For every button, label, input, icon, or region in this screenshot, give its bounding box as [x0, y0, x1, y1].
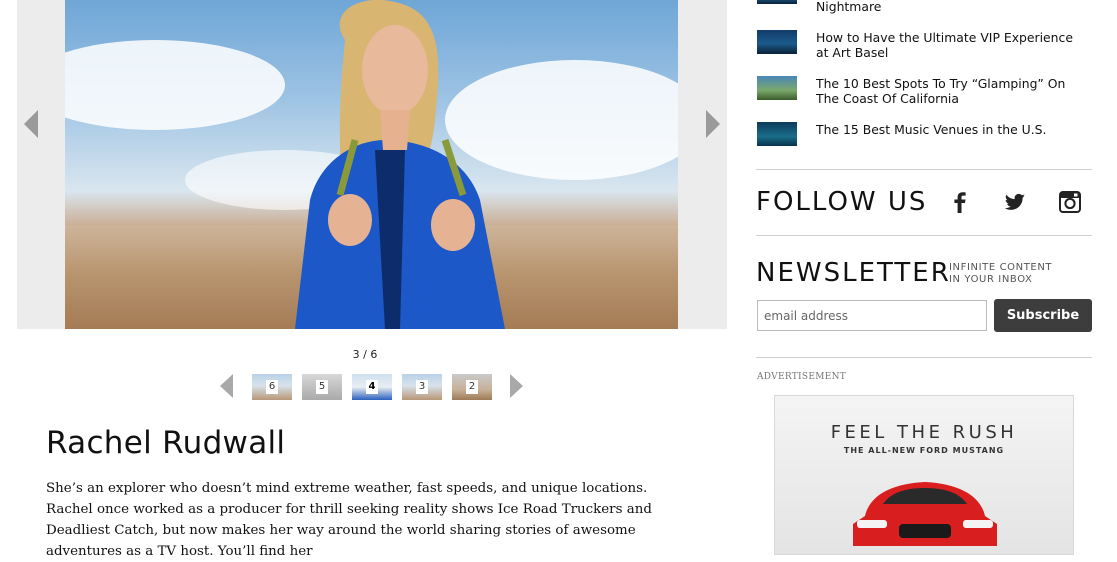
related-article-thumbnail	[757, 0, 797, 4]
thumbnail[interactable]: 2	[452, 374, 492, 400]
photo-gallery	[17, 0, 727, 329]
advertisement-label: ADVERTISEMENT	[757, 372, 847, 382]
related-article-thumbnail	[757, 76, 797, 100]
gallery-counter: 3 / 6	[352, 348, 378, 361]
related-article-title: Nightmare	[816, 0, 882, 14]
person-illustration	[295, 0, 505, 329]
related-article-thumbnail	[757, 30, 797, 54]
profile-bio: She’s an explorer who doesn’t mind extre…	[46, 481, 652, 559]
thumbnail-number: 3	[416, 380, 428, 394]
thumbnail[interactable]: 5	[302, 374, 342, 400]
twitter-icon[interactable]	[1003, 190, 1027, 214]
related-article-title: How to Have the Ultimate VIP Experience …	[816, 30, 1073, 60]
related-article-title: The 15 Best Music Venues in the U.S.	[816, 122, 1047, 137]
thumbnail-number: 4	[366, 380, 378, 394]
newsletter-tagline-line-2: IN YOUR INBOX	[949, 274, 1033, 285]
thumbnail-number: 2	[466, 380, 478, 394]
thumbnail-next-arrow[interactable]	[510, 374, 523, 398]
newsletter-tagline: INFINITE CONTENT IN YOUR INBOX	[949, 262, 1052, 286]
thumbnail[interactable]: 3	[402, 374, 442, 400]
advertisement-banner[interactable]: FEEL THE RUSH THE ALL-NEW FORD MUSTANG	[774, 395, 1074, 555]
gallery-next-arrow[interactable]	[706, 110, 720, 138]
ad-subline: THE ALL-NEW FORD MUSTANG	[843, 446, 1005, 455]
thumbnail-number: 5	[316, 380, 328, 394]
related-article-link[interactable]: Nightmare	[756, 0, 1092, 14]
thumbnail[interactable]: 6	[252, 374, 292, 400]
divider	[756, 169, 1092, 170]
gallery-prev-arrow[interactable]	[24, 110, 38, 138]
newsletter-heading: NEWSLETTER	[756, 258, 951, 288]
email-field[interactable]	[757, 300, 987, 331]
gallery-photo	[65, 0, 678, 329]
thumbnail-prev-arrow[interactable]	[220, 374, 233, 398]
instagram-icon[interactable]	[1058, 190, 1082, 214]
thumbnail-number: 6	[266, 380, 278, 394]
related-article-link[interactable]: The 10 Best Spots To Try “Glamping” On T…	[756, 76, 1092, 108]
thumbnail-active[interactable]: 4	[352, 374, 392, 400]
divider	[756, 235, 1092, 236]
related-article-thumbnail	[757, 122, 797, 146]
facebook-icon[interactable]	[948, 190, 972, 214]
car-illustration	[853, 482, 997, 546]
ad-headline: FEEL THE RUSH	[830, 422, 1018, 443]
follow-us-heading: FOLLOW US	[756, 187, 928, 217]
newsletter-tagline-line-1: INFINITE CONTENT	[949, 262, 1053, 273]
subscribe-button[interactable]: Subscribe	[994, 299, 1092, 332]
related-article-title: The 10 Best Spots To Try “Glamping” On T…	[816, 76, 1066, 106]
related-article-link[interactable]: The 15 Best Music Venues in the U.S.	[756, 122, 1092, 146]
divider	[756, 357, 1092, 358]
profile-name: Rachel Rudwall	[46, 425, 286, 461]
related-article-link[interactable]: How to Have the Ultimate VIP Experience …	[756, 30, 1092, 62]
